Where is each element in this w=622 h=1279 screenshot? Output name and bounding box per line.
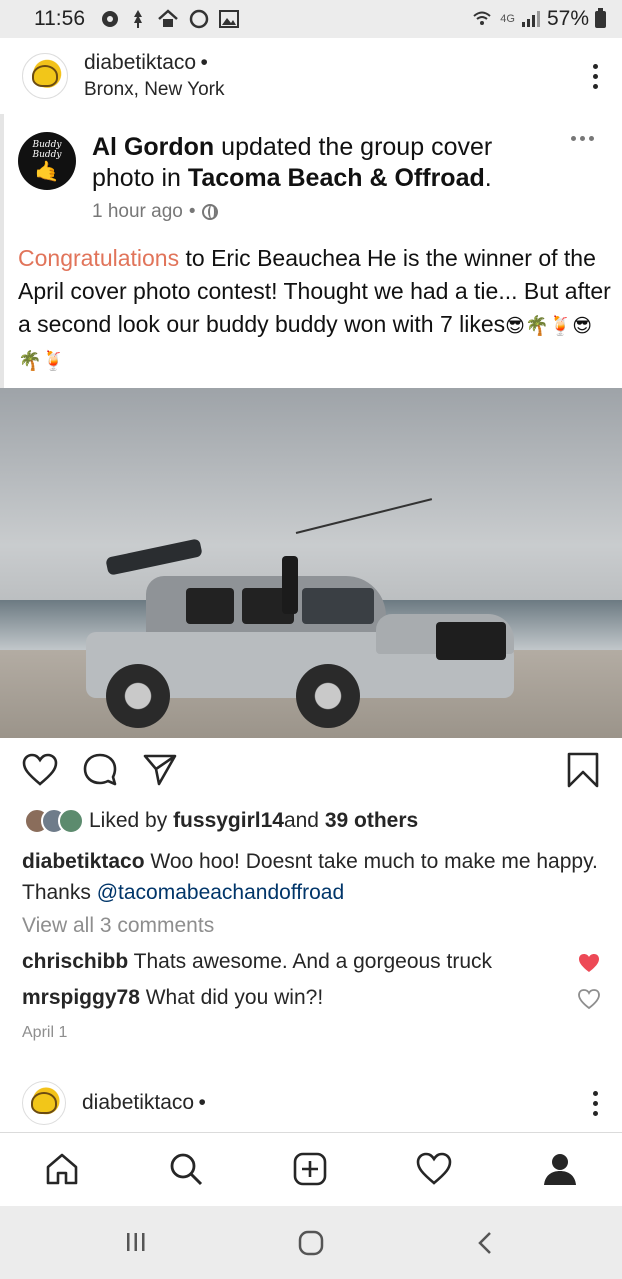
shared-post-period: .	[484, 164, 492, 192]
shared-post-actor: Al Gordon	[92, 133, 215, 161]
shared-post-more-icon	[571, 136, 594, 141]
post-caption: diabetiktaco Woo hoo! Doesnt take much t…	[22, 846, 608, 908]
group-avatar: Buddy Buddy 🤙	[18, 132, 76, 190]
truck-snorkel	[282, 556, 298, 614]
comment-icon[interactable]	[82, 752, 118, 788]
more-options-icon[interactable]	[587, 1085, 604, 1122]
circle-status-icon	[189, 9, 209, 29]
more-options-icon[interactable]	[587, 58, 604, 95]
battery-level: 57%	[546, 7, 589, 30]
wifi-icon	[473, 11, 491, 25]
avatar-image	[32, 65, 58, 87]
home-status-icon	[158, 9, 178, 27]
status-right: 4G 57%	[472, 7, 606, 31]
profile-icon[interactable]	[542, 1151, 578, 1187]
post-location[interactable]: Bronx, New York	[84, 77, 224, 102]
shared-post-time: 1 hour ago	[92, 201, 183, 222]
follow-separator: •	[198, 1090, 206, 1114]
status-bar: 11:56 4G 57%	[0, 0, 622, 38]
truck-image	[86, 498, 514, 728]
likes-middle: and	[283, 809, 319, 832]
shared-post-card: Buddy Buddy 🤙 Al Gordon updated the grou…	[0, 114, 622, 389]
shared-post-meta-separator: •	[188, 201, 196, 222]
truck-windshield	[302, 588, 374, 624]
post-date: April 1	[22, 1024, 68, 1041]
fishing-rod	[295, 498, 433, 534]
save-bookmark-icon[interactable]	[566, 752, 600, 788]
next-post-header-text: diabetiktaco •	[82, 1090, 206, 1117]
share-icon[interactable]	[142, 752, 178, 788]
comment-text: Thats awesome. And a gorgeous truck	[128, 950, 493, 973]
system-navigation-bar	[0, 1206, 622, 1279]
avatar[interactable]	[22, 1081, 66, 1125]
post-photo[interactable]	[0, 388, 622, 738]
globe-icon	[201, 204, 218, 220]
likes-others[interactable]: 39 others	[325, 809, 418, 833]
shared-post-header: Buddy Buddy 🤙 Al Gordon updated the grou…	[18, 132, 532, 223]
add-post-icon[interactable]	[292, 1151, 328, 1187]
battery-icon	[595, 7, 606, 28]
post-header-text: diabetiktaco • Bronx, New York	[84, 50, 224, 102]
shared-post-highlight: Congratulations	[18, 245, 180, 271]
like-icon[interactable]	[22, 752, 58, 788]
status-time: 11:56	[34, 7, 85, 30]
avatar-image	[31, 1092, 57, 1114]
home-icon[interactable]	[44, 1151, 80, 1187]
truck-grille	[436, 622, 506, 660]
view-all-comments-link[interactable]: View all 3 comments	[22, 914, 214, 938]
comment-row: mrspiggy78 What did you win?!	[22, 986, 323, 1010]
shared-post-group: Tacoma Beach & Offroad	[187, 164, 485, 192]
shaka-hand-icon: 🤙	[34, 159, 60, 183]
truck-window-1	[186, 588, 234, 624]
post-username-row: diabetiktaco •	[84, 50, 224, 77]
liker-avatars	[24, 808, 84, 834]
shared-post-meta: 1 hour ago •	[92, 201, 532, 223]
home-button-icon[interactable]	[298, 1230, 324, 1256]
notification-dot-icon	[102, 11, 118, 27]
gallery-status-icon	[219, 10, 239, 28]
follow-separator: •	[200, 51, 208, 74]
comment-username[interactable]: mrspiggy78	[22, 986, 140, 1009]
recent-apps-icon[interactable]	[124, 1230, 148, 1254]
shared-post-title: Al Gordon updated the group cover photo …	[92, 132, 532, 194]
comment-username[interactable]: chrischibb	[22, 950, 128, 973]
next-post-username[interactable]: diabetiktaco	[82, 1091, 194, 1114]
post-header: diabetiktaco • Bronx, New York	[0, 40, 622, 112]
next-post-header: diabetiktaco •	[0, 1076, 622, 1130]
caption-mention[interactable]: @tacomabeachandoffroad	[97, 881, 344, 904]
comment-text: What did you win?!	[139, 986, 324, 1009]
roof-rack	[105, 538, 203, 576]
network-type: 4G	[500, 13, 515, 25]
group-avatar-text: Buddy	[32, 140, 62, 150]
comment-like-icon[interactable]	[578, 988, 600, 1010]
comment-row: chrischibb Thats awesome. And a gorgeous…	[22, 950, 492, 974]
avatar[interactable]	[22, 53, 68, 99]
caption-username[interactable]: diabetiktaco	[22, 850, 145, 873]
likes-user[interactable]: fussygirl14	[173, 809, 284, 833]
heart-icon[interactable]	[416, 1151, 452, 1187]
post-actions	[0, 752, 622, 798]
shared-post-body: Congratulations to Eric Beauchea He is t…	[18, 242, 614, 378]
post-username[interactable]: diabetiktaco	[84, 51, 196, 74]
likes-summary[interactable]: Liked by fussygirl14 and 39 others	[24, 808, 418, 834]
notification-icons	[101, 9, 239, 29]
truck-wheel-rear	[106, 664, 170, 728]
comment-like-filled-icon[interactable]	[578, 952, 600, 974]
back-icon[interactable]	[474, 1230, 496, 1256]
app-notification-icon	[134, 10, 142, 28]
truck-wheel-front	[296, 664, 360, 728]
shared-post-title-block: Al Gordon updated the group cover photo …	[92, 132, 532, 223]
liker-avatar	[58, 808, 84, 834]
bottom-navigation	[0, 1132, 622, 1206]
search-icon[interactable]	[168, 1151, 204, 1187]
signal-icon	[521, 11, 540, 27]
likes-prefix: Liked by	[89, 809, 168, 832]
